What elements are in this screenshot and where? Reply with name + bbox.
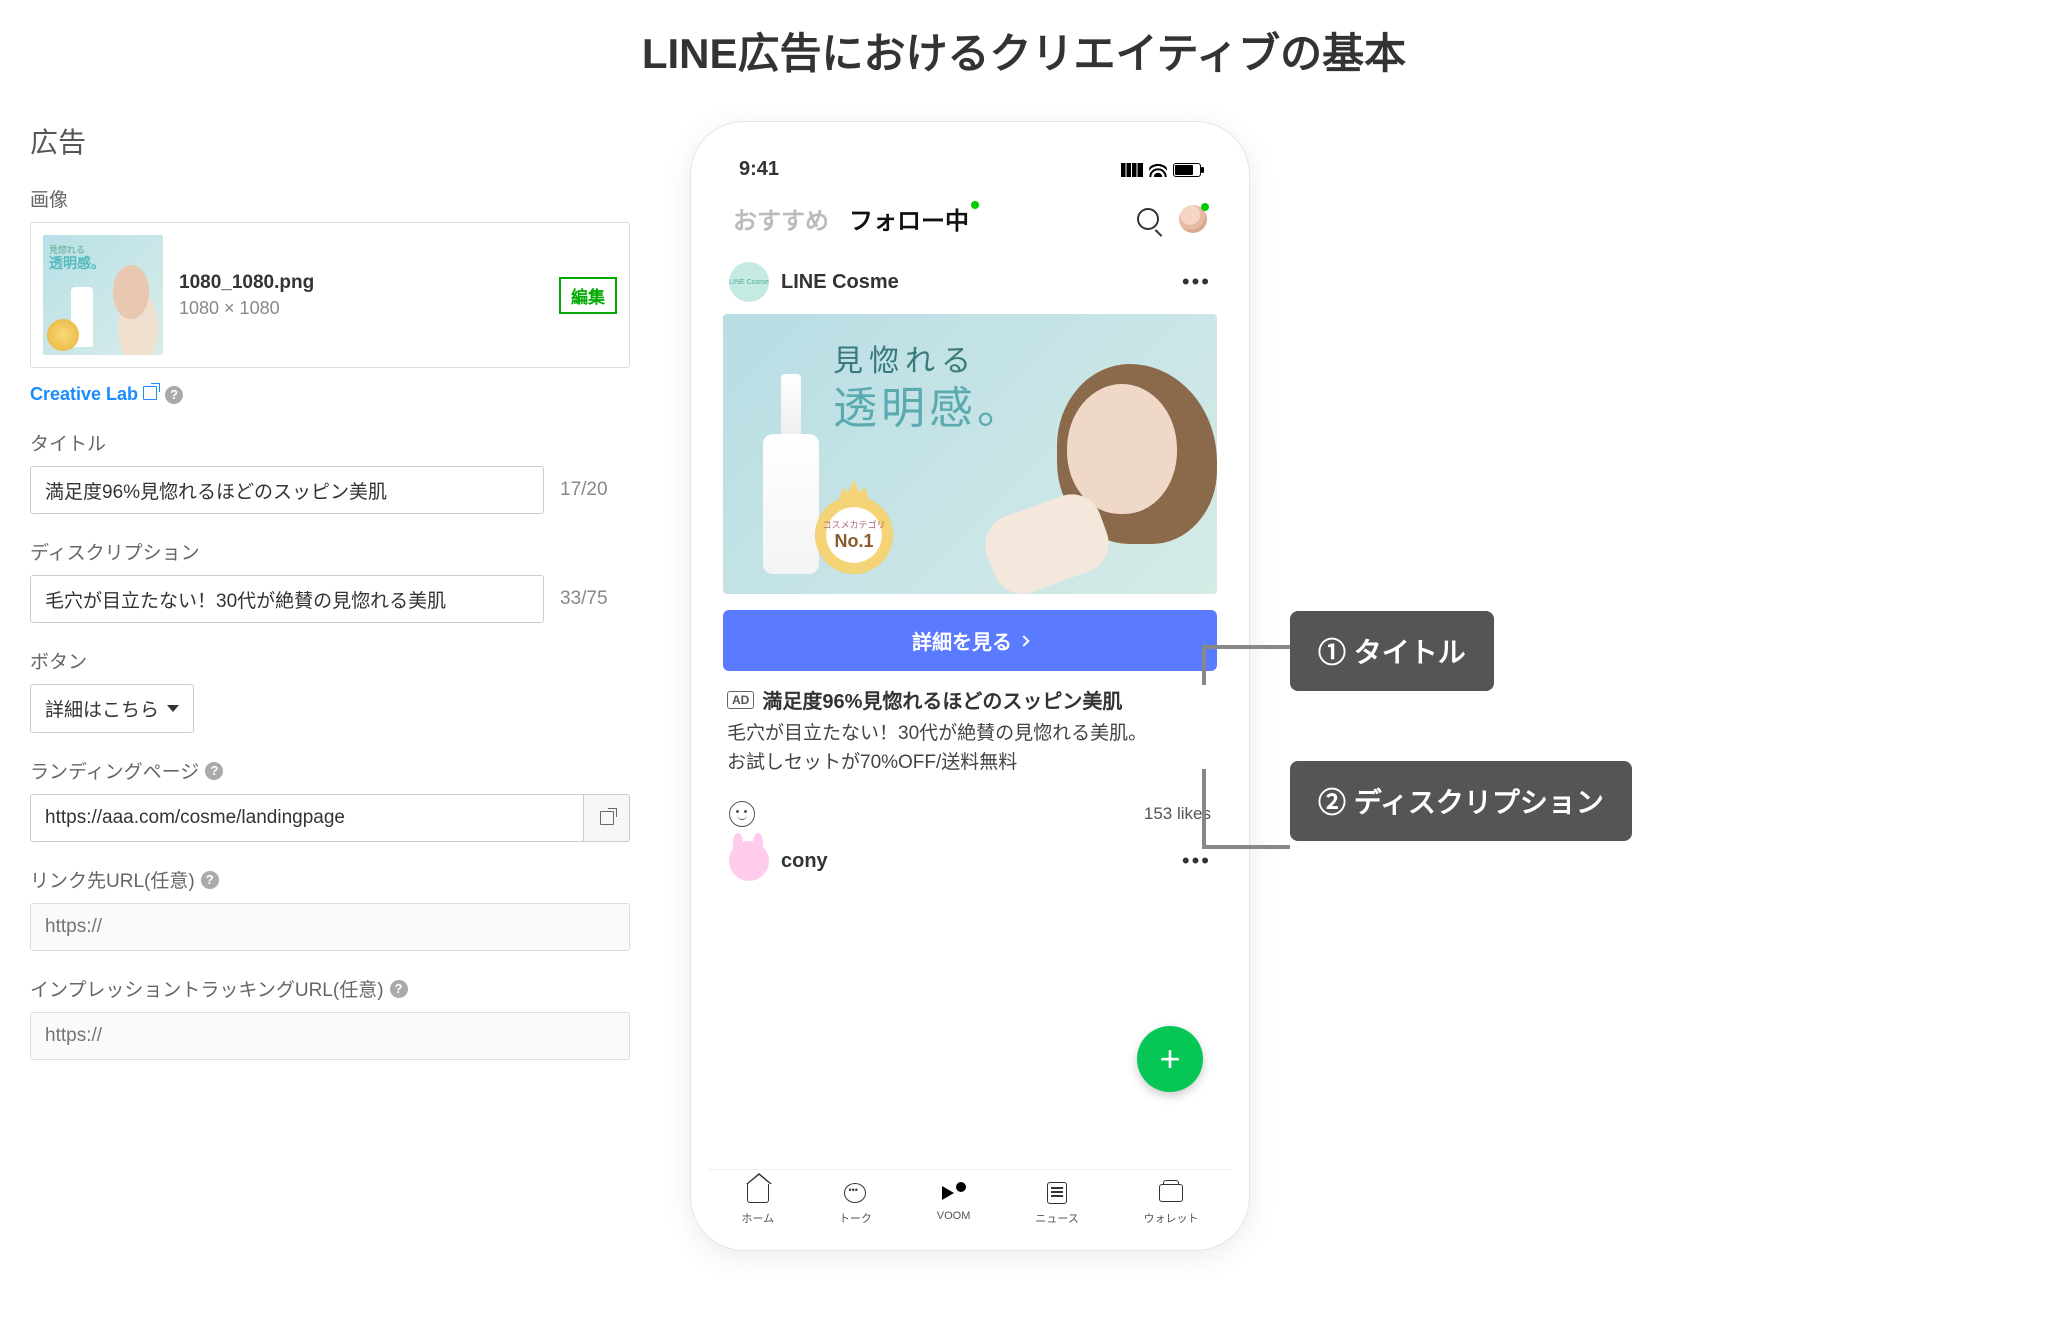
search-icon[interactable] — [1137, 208, 1159, 230]
button-dropdown-value: 詳細はこちら — [45, 695, 159, 722]
image-card: 見惚れる 透明感。 1080_1080.png 1080 × 1080 編集 — [30, 222, 630, 368]
nav-wallet[interactable]: ウォレット — [1144, 1180, 1199, 1226]
button-dropdown[interactable]: 詳細はこちら — [30, 684, 194, 733]
image-label: 画像 — [30, 185, 630, 212]
ad-no1-badge: コスメカテゴリ No.1 — [815, 496, 893, 574]
open-url-button[interactable] — [584, 794, 630, 842]
ad-description-line2: お試しセットが70%OFF/送料無料 — [727, 749, 1213, 778]
news-icon — [1047, 1182, 1067, 1204]
bottom-nav: ホーム トーク VOOM ニュース — [709, 1169, 1231, 1232]
landing-page-label: ランディングページ ? — [30, 757, 630, 784]
help-icon[interactable]: ? — [205, 762, 223, 780]
ad-badge: AD — [727, 691, 754, 709]
help-icon[interactable]: ? — [201, 871, 219, 889]
more-icon[interactable]: ••• — [1182, 269, 1211, 295]
description-label: ディスクリプション — [30, 538, 630, 565]
impression-url-label: インプレッショントラッキングURL(任意) ? — [30, 975, 630, 1002]
thumb-person-graphic — [103, 265, 163, 355]
external-link-icon — [600, 811, 614, 825]
button-label: ボタン — [30, 647, 630, 674]
voom-icon — [942, 1182, 966, 1204]
nav-talk[interactable]: トーク — [839, 1180, 872, 1226]
more-icon[interactable]: ••• — [1182, 848, 1211, 874]
nav-talk-label: トーク — [839, 1210, 872, 1226]
help-icon[interactable]: ? — [165, 386, 183, 404]
title-input[interactable] — [30, 466, 544, 514]
chevron-right-icon — [1018, 635, 1029, 646]
nav-news-label: ニュース — [1035, 1210, 1078, 1226]
impression-url-input[interactable] — [30, 1012, 630, 1060]
nav-home-label: ホーム — [741, 1210, 774, 1226]
home-icon — [747, 1183, 769, 1203]
title-label: タイトル — [30, 429, 630, 456]
reaction-icon[interactable] — [729, 801, 755, 827]
link-url-label-text: リンク先URL(任意) — [30, 866, 195, 893]
external-link-icon — [143, 386, 157, 400]
badge-category: コスメカテゴリ — [822, 518, 885, 531]
page-title: LINE広告におけるクリエイティブの基本 — [0, 0, 2048, 121]
crown-icon — [839, 480, 869, 498]
signal-icon — [1121, 163, 1143, 177]
nav-home[interactable]: ホーム — [741, 1180, 774, 1226]
impression-url-label-text: インプレッショントラッキングURL(任意) — [30, 975, 384, 1002]
creative-lab-link[interactable]: Creative Lab — [30, 384, 157, 405]
callout-title: ① タイトル — [1290, 611, 1494, 691]
thumb-caption-2: 透明感。 — [49, 253, 105, 273]
profile-avatar[interactable] — [1179, 205, 1207, 233]
link-url-label: リンク先URL(任意) ? — [30, 866, 630, 893]
description-input[interactable] — [30, 575, 544, 623]
compose-fab[interactable]: + — [1137, 1026, 1203, 1092]
tab-following[interactable]: フォロー中 — [849, 201, 979, 236]
battery-icon — [1173, 163, 1201, 177]
post-avatar[interactable]: LINE Cosme — [729, 262, 769, 302]
plus-icon: + — [1159, 1038, 1180, 1080]
status-time: 9:41 — [739, 158, 779, 181]
description-char-count: 33/75 — [560, 588, 630, 610]
cta-button[interactable]: 詳細を見る — [723, 610, 1217, 671]
wifi-icon — [1149, 163, 1167, 177]
chevron-down-icon — [167, 705, 179, 712]
edit-image-button[interactable]: 編集 — [559, 277, 617, 314]
ad-description-line1: 毛穴が目立たない！30代が絶賛の見惚れる美肌。 — [727, 720, 1213, 749]
phone-mockup: 9:41 おすすめ フォロー中 — [690, 121, 1250, 1251]
notification-dot-icon — [971, 201, 979, 209]
nav-wallet-label: ウォレット — [1144, 1210, 1199, 1226]
cta-label: 詳細を見る — [912, 626, 1012, 655]
thumb-badge-graphic — [47, 319, 79, 351]
tab-recommend[interactable]: おすすめ — [733, 201, 829, 236]
landing-page-label-text: ランディングページ — [30, 757, 199, 784]
help-icon[interactable]: ? — [390, 980, 408, 998]
ad-form-panel: 広告 画像 見惚れる 透明感。 1080_1080.png 1080 × 108… — [30, 121, 630, 1251]
badge-rank: No.1 — [834, 531, 873, 552]
likes-count[interactable]: 153 likes — [1144, 804, 1211, 824]
ad-bottle-graphic — [763, 374, 819, 574]
creative-lab-label: Creative Lab — [30, 384, 138, 404]
next-post-username[interactable]: cony — [781, 850, 828, 873]
image-filename: 1080_1080.png — [179, 272, 543, 294]
landing-page-input[interactable] — [30, 794, 584, 842]
ad-person-graphic — [967, 354, 1217, 594]
ad-title: 満足度96%見惚れるほどのスッピン美肌 — [762, 685, 1122, 714]
status-bar: 9:41 — [709, 140, 1231, 189]
talk-icon — [844, 1183, 866, 1203]
post-username[interactable]: LINE Cosme — [781, 271, 899, 294]
image-thumbnail[interactable]: 見惚れる 透明感。 — [43, 235, 163, 355]
tab-following-label: フォロー中 — [849, 208, 969, 235]
nav-voom-label: VOOM — [937, 1210, 971, 1222]
wallet-icon — [1159, 1184, 1183, 1202]
cony-avatar[interactable] — [729, 841, 769, 881]
callout-description: ② ディスクリプション — [1290, 761, 1632, 841]
nav-news[interactable]: ニュース — [1035, 1180, 1078, 1226]
form-heading: 広告 — [30, 121, 630, 161]
nav-voom[interactable]: VOOM — [937, 1180, 971, 1226]
image-dimensions: 1080 × 1080 — [179, 298, 543, 319]
title-char-count: 17/20 — [560, 479, 630, 501]
link-url-input[interactable] — [30, 903, 630, 951]
ad-creative-image[interactable]: 見惚れる 透明感。 コスメカテゴリ No.1 — [723, 314, 1217, 594]
